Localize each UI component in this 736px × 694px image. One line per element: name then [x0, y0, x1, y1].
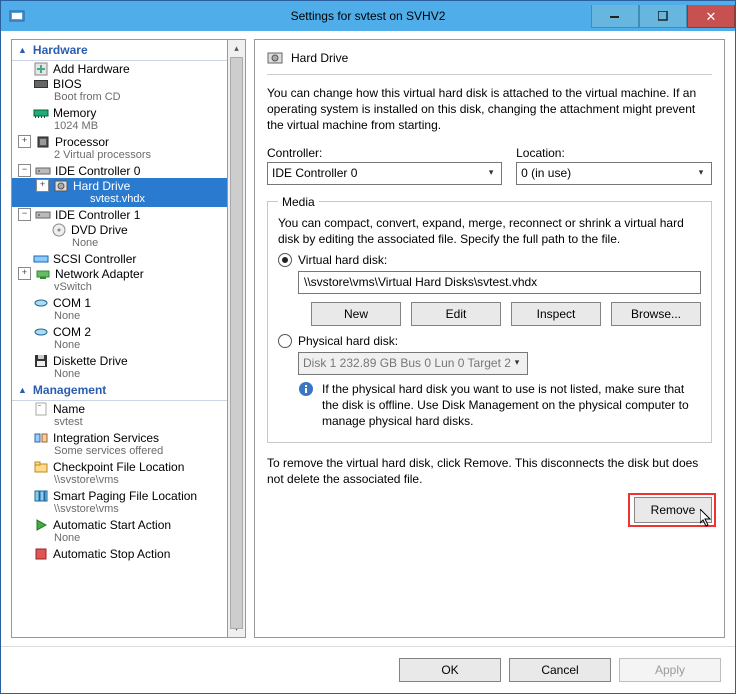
tree-paging[interactable]: Smart Paging File Location	[12, 488, 227, 503]
info-icon	[298, 381, 314, 397]
pane-title: Hard Drive	[291, 51, 348, 65]
tree-dvd-sub: None	[12, 237, 227, 251]
close-button[interactable]: ✕	[687, 5, 735, 28]
physical-disk-combo: Disk 1 232.89 GB Bus 0 Lun 0 Target 2▾	[298, 352, 528, 375]
scroll-up-button[interactable]: ▴	[228, 40, 245, 57]
tree-ide0[interactable]: − IDE Controller 0	[12, 163, 227, 178]
tree-bios-sub: Boot from CD	[12, 91, 227, 105]
chevron-down-icon: ▾	[483, 165, 499, 181]
scroll-thumb[interactable]	[230, 57, 243, 629]
tree-com2-sub: None	[12, 339, 227, 353]
tree-net-sub: vSwitch	[12, 281, 227, 295]
physical-disk-info: If the physical hard disk you want to us…	[322, 381, 701, 430]
expand-icon[interactable]: +	[36, 179, 49, 192]
cancel-button[interactable]: Cancel	[509, 658, 611, 682]
hard-drive-icon	[267, 50, 283, 66]
tree-com1[interactable]: COM 1	[12, 295, 227, 310]
radio-physical-disk[interactable]: Physical hard disk:	[278, 334, 701, 348]
tree-paging-sub: \\svstore\vms	[12, 503, 227, 517]
tree-autostop[interactable]: Automatic Stop Action	[12, 546, 227, 561]
tree-integration[interactable]: Integration Services	[12, 430, 227, 445]
tree-memory-sub: 1024 MB	[12, 120, 227, 134]
app-icon	[9, 8, 25, 24]
radio-virtual-disk[interactable]: Virtual hard disk:	[278, 253, 701, 267]
details-pane: Hard Drive You can change how this virtu…	[254, 39, 725, 638]
controller-label: Controller:	[267, 146, 502, 160]
minimize-button[interactable]	[591, 5, 639, 28]
expand-icon[interactable]: +	[18, 135, 31, 148]
tree-checkpoint-sub: \\svstore\vms	[12, 474, 227, 488]
location-combo[interactable]: 0 (in use)▾	[516, 162, 712, 185]
tree-hard-drive-sub: svtest.vhdx	[12, 193, 227, 207]
tree-add-hardware[interactable]: Add Hardware	[12, 61, 227, 76]
pane-intro: You can change how this virtual hard dis…	[267, 85, 712, 134]
tree-diskette[interactable]: Diskette Drive	[12, 353, 227, 368]
maximize-button[interactable]	[639, 5, 687, 28]
tree-diskette-sub: None	[12, 368, 227, 382]
dialog-footer: OK Cancel Apply	[1, 646, 735, 693]
ok-button[interactable]: OK	[399, 658, 501, 682]
window-controls: ✕	[591, 5, 735, 27]
browse-button[interactable]: Browse...	[611, 302, 701, 326]
tree-com1-sub: None	[12, 310, 227, 324]
tree-autostart[interactable]: Automatic Start Action	[12, 517, 227, 532]
apply-button: Apply	[619, 658, 721, 682]
tree-integration-sub: Some services offered	[12, 445, 227, 459]
nav-scrollbar[interactable]: ▴ ▾	[228, 39, 246, 638]
chevron-down-icon: ▾	[509, 355, 525, 371]
tree-autostart-sub: None	[12, 532, 227, 546]
media-legend: Media	[278, 195, 319, 209]
titlebar: Settings for svtest on SVHV2 ✕	[1, 1, 735, 31]
tree-ide1[interactable]: − IDE Controller 1	[12, 207, 227, 222]
media-group: Media You can compact, convert, expand, …	[267, 195, 712, 443]
section-hardware: ▲Hardware	[12, 42, 227, 61]
tree-processor[interactable]: + Processor	[12, 134, 227, 149]
tree-name-sub: svtest	[12, 416, 227, 430]
new-button[interactable]: New	[311, 302, 401, 326]
chevron-down-icon: ▾	[693, 165, 709, 181]
tree-name[interactable]: Name	[12, 401, 227, 416]
edit-button[interactable]: Edit	[411, 302, 501, 326]
settings-window: Settings for svtest on SVHV2 ✕ ▲Hardware…	[0, 0, 736, 694]
tree-com2[interactable]: COM 2	[12, 324, 227, 339]
collapse-icon[interactable]: −	[18, 164, 31, 177]
expand-icon[interactable]: +	[18, 267, 31, 280]
collapse-icon[interactable]: −	[18, 208, 31, 221]
cursor-icon	[700, 509, 714, 529]
tree-processor-sub: 2 Virtual processors	[12, 149, 227, 163]
vhd-path-input[interactable]: \\svstore\vms\Virtual Hard Disks\svtest.…	[298, 271, 701, 294]
tree-memory[interactable]: Memory	[12, 105, 227, 120]
inspect-button[interactable]: Inspect	[511, 302, 601, 326]
remove-text: To remove the virtual hard disk, click R…	[267, 455, 712, 487]
tree-scsi[interactable]: SCSI Controller	[12, 251, 227, 266]
location-label: Location:	[516, 146, 712, 160]
tree-dvd[interactable]: DVD Drive	[12, 222, 227, 237]
section-management: ▲Management	[12, 382, 227, 401]
settings-tree: ▲Hardware Add Hardware BIOS Boot from CD	[11, 39, 228, 638]
controller-combo[interactable]: IDE Controller 0▾	[267, 162, 502, 185]
media-intro: You can compact, convert, expand, merge,…	[278, 215, 701, 247]
tree-network-adapter[interactable]: + Network Adapter	[12, 266, 227, 281]
tree-checkpoint[interactable]: Checkpoint File Location	[12, 459, 227, 474]
tree-hard-drive[interactable]: + Hard Drive	[12, 178, 227, 193]
tree-bios[interactable]: BIOS	[12, 76, 227, 91]
